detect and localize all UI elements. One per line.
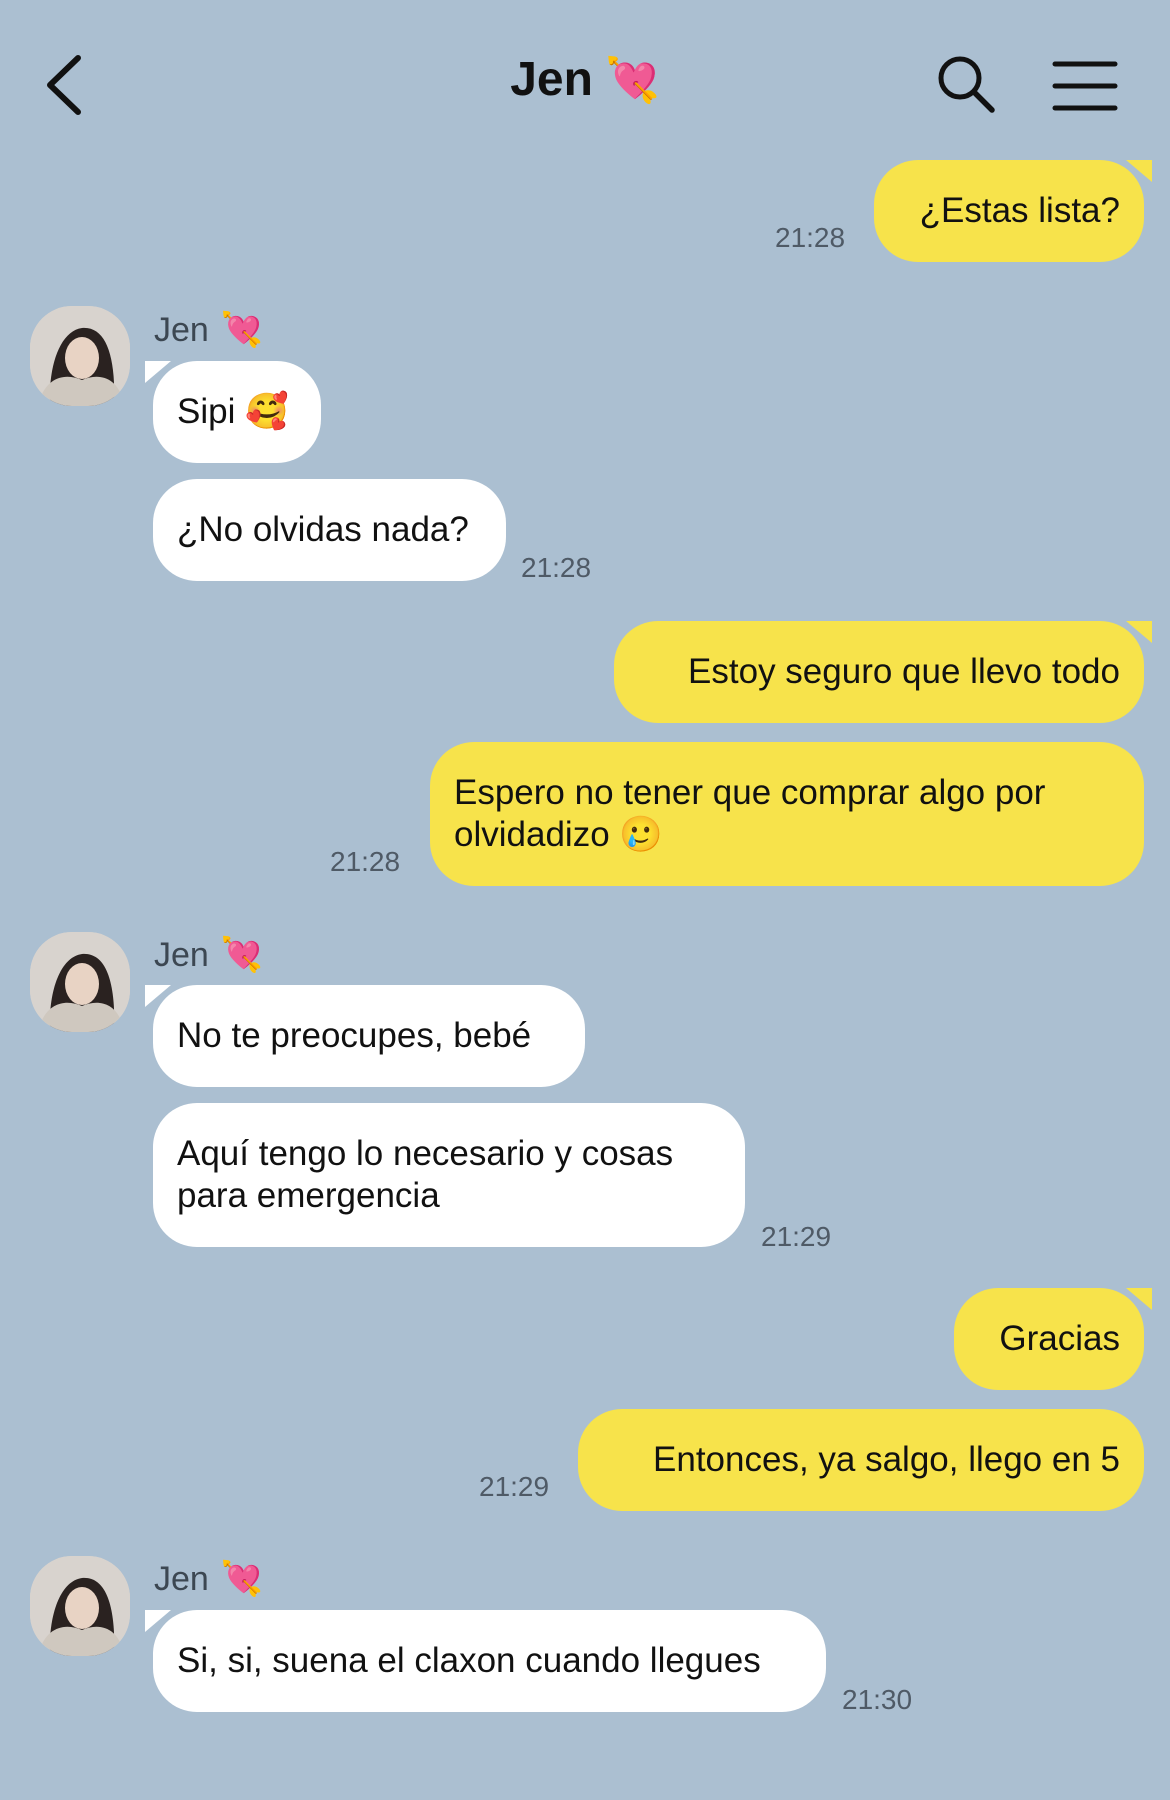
sender-emoji: 💘 — [220, 936, 264, 974]
message-bubble-received[interactable]: ¿No olvidas nada? — [153, 479, 506, 581]
message-text: Aquí tengo lo necesario y cosas para eme… — [177, 1134, 674, 1215]
avatar[interactable] — [30, 932, 130, 1032]
sender-name: Jen 💘 — [154, 310, 263, 350]
message-text: Espero no tener que comprar algo por olv… — [454, 773, 1046, 854]
message-text: Si, si, suena el claxon cuando llegues — [177, 1641, 761, 1680]
message-bubble-sent[interactable]: ¿Estas lista? — [874, 160, 1152, 262]
sender-emoji: 💘 — [220, 1560, 264, 1598]
message-bubble-received[interactable]: Si, si, suena el claxon cuando llegues — [145, 1610, 826, 1712]
message-time: 21:30 — [842, 1684, 913, 1715]
message-text: Entonces, ya salgo, llego en 5 — [653, 1440, 1120, 1479]
message-time: 21:28 — [775, 222, 846, 253]
hamburger-menu-icon — [1052, 61, 1118, 111]
avatar-photo-icon — [30, 1556, 130, 1656]
message-time: 21:29 — [479, 1471, 550, 1502]
message-bubble-sent[interactable]: Estoy seguro que llevo todo — [614, 621, 1152, 723]
chat-header: Jen 💘 — [0, 0, 1170, 150]
message-text: ¿No olvidas nada? — [177, 510, 469, 549]
sender-name: Jen 💘 — [154, 935, 263, 975]
message-bubble-received[interactable]: No te preocupes, bebé — [145, 985, 585, 1087]
message-text: No te preocupes, bebé — [177, 1016, 532, 1055]
sender-name: Jen 💘 — [154, 1559, 263, 1599]
message-time: 21:28 — [330, 846, 401, 877]
message-time: 21:28 — [521, 552, 592, 583]
avatar[interactable] — [30, 1556, 130, 1656]
sender-name-text: Jen — [154, 311, 209, 349]
message-text: Sipi 🥰 — [177, 392, 289, 431]
avatar-photo-icon — [30, 932, 130, 1032]
avatar-photo-icon — [30, 306, 130, 406]
search-icon — [938, 56, 995, 113]
search-button[interactable] — [934, 52, 998, 116]
menu-button[interactable] — [1052, 58, 1118, 114]
sender-emoji: 💘 — [220, 311, 264, 349]
sender-name-text: Jen — [154, 936, 209, 974]
message-bubble-received[interactable]: Sipi 🥰 — [145, 361, 321, 463]
message-text: Estoy seguro que llevo todo — [688, 652, 1120, 691]
message-bubble-sent[interactable]: Gracias — [954, 1288, 1152, 1390]
message-text: Gracias — [999, 1319, 1120, 1358]
chat-title-emoji: 💘 — [604, 56, 660, 105]
message-bubble-sent[interactable]: Espero no tener que comprar algo por olv… — [430, 742, 1144, 886]
message-text: ¿Estas lista? — [919, 191, 1120, 230]
chat-title-name: Jen — [510, 53, 593, 106]
avatar[interactable] — [30, 306, 130, 406]
message-time: 21:29 — [761, 1221, 832, 1252]
message-bubble-received[interactable]: Aquí tengo lo necesario y cosas para eme… — [153, 1103, 745, 1247]
message-bubble-sent[interactable]: Entonces, ya salgo, llego en 5 — [578, 1409, 1144, 1511]
sender-name-text: Jen — [154, 1560, 209, 1598]
